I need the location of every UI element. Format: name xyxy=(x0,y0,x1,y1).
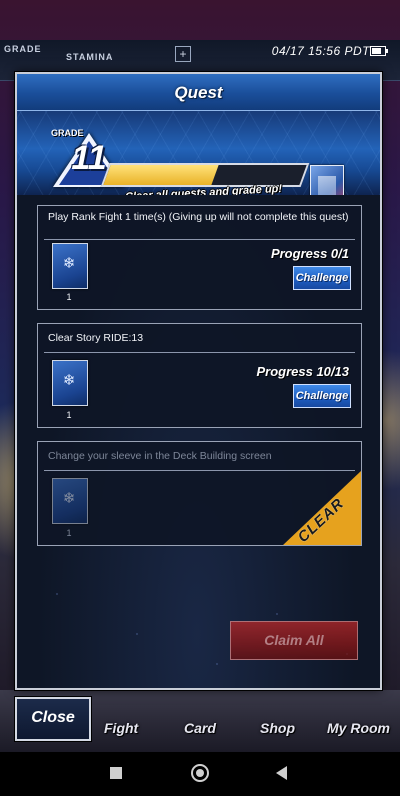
quest-panel: Quest GRADE 11 Clear all quests and grad… xyxy=(15,72,382,690)
quest-title: Play Rank Fight 1 time(s) (Giving up wil… xyxy=(48,211,349,223)
nav-shop[interactable]: Shop xyxy=(260,720,295,736)
snowflake-icon: ❄ xyxy=(62,372,76,389)
quest-reward-count: 1 xyxy=(66,292,72,302)
quest-item: Clear Story RIDE:13 ❄ 1 Progress 10/13 C… xyxy=(37,323,362,428)
grade-banner: GRADE 11 Clear all quests and grade up! … xyxy=(17,111,380,195)
nav-my-room[interactable]: My Room xyxy=(327,720,390,736)
quest-item: Play Rank Fight 1 time(s) (Giving up wil… xyxy=(37,205,362,310)
quest-reward-card-icon[interactable]: ❄ xyxy=(52,360,88,406)
quest-reward-count: 1 xyxy=(66,528,72,538)
system-nav-bar xyxy=(0,752,400,796)
back-icon[interactable] xyxy=(276,766,287,780)
recent-apps-icon[interactable] xyxy=(110,767,122,779)
battery-icon xyxy=(370,46,388,56)
quest-reward-card-icon[interactable]: ❄ xyxy=(52,243,88,289)
challenge-button[interactable]: Challenge xyxy=(293,384,351,408)
home-icon[interactable] xyxy=(191,764,209,782)
snowflake-icon: ❄ xyxy=(62,255,76,272)
quest-progress: Progress 0/1 xyxy=(270,246,349,261)
hud-grade-label: GRADE xyxy=(4,44,42,54)
panel-header: Quest xyxy=(17,74,380,111)
quest-divider xyxy=(44,239,355,240)
hud-stamina-label: STAMINA xyxy=(66,52,114,62)
nav-fight[interactable]: Fight xyxy=(104,720,138,736)
close-button[interactable]: Close xyxy=(15,697,91,741)
quest-progress: Progress 10/13 xyxy=(256,364,349,379)
panel-title: Quest xyxy=(174,83,223,102)
snowflake-icon: ❄ xyxy=(62,490,76,507)
grade-label: GRADE xyxy=(51,128,84,138)
grade-reward-card-icon[interactable] xyxy=(310,165,344,195)
quest-title: Change your sleeve in the Deck Building … xyxy=(48,450,272,462)
quest-title: Clear Story RIDE:13 xyxy=(48,332,144,344)
grade-progress-fill xyxy=(103,165,219,185)
quest-reward-card-icon: ❄ xyxy=(52,478,88,524)
claim-all-button[interactable]: Claim All xyxy=(230,621,358,660)
hud-plus-icon: + xyxy=(175,46,191,62)
quest-item: Change your sleeve in the Deck Building … xyxy=(37,441,362,546)
quest-divider xyxy=(44,352,355,353)
quest-reward-count: 1 xyxy=(66,410,72,420)
status-time: 04/17 15:56 PDT xyxy=(271,44,370,58)
nav-card[interactable]: Card xyxy=(184,720,216,736)
challenge-button[interactable]: Challenge xyxy=(293,266,351,290)
